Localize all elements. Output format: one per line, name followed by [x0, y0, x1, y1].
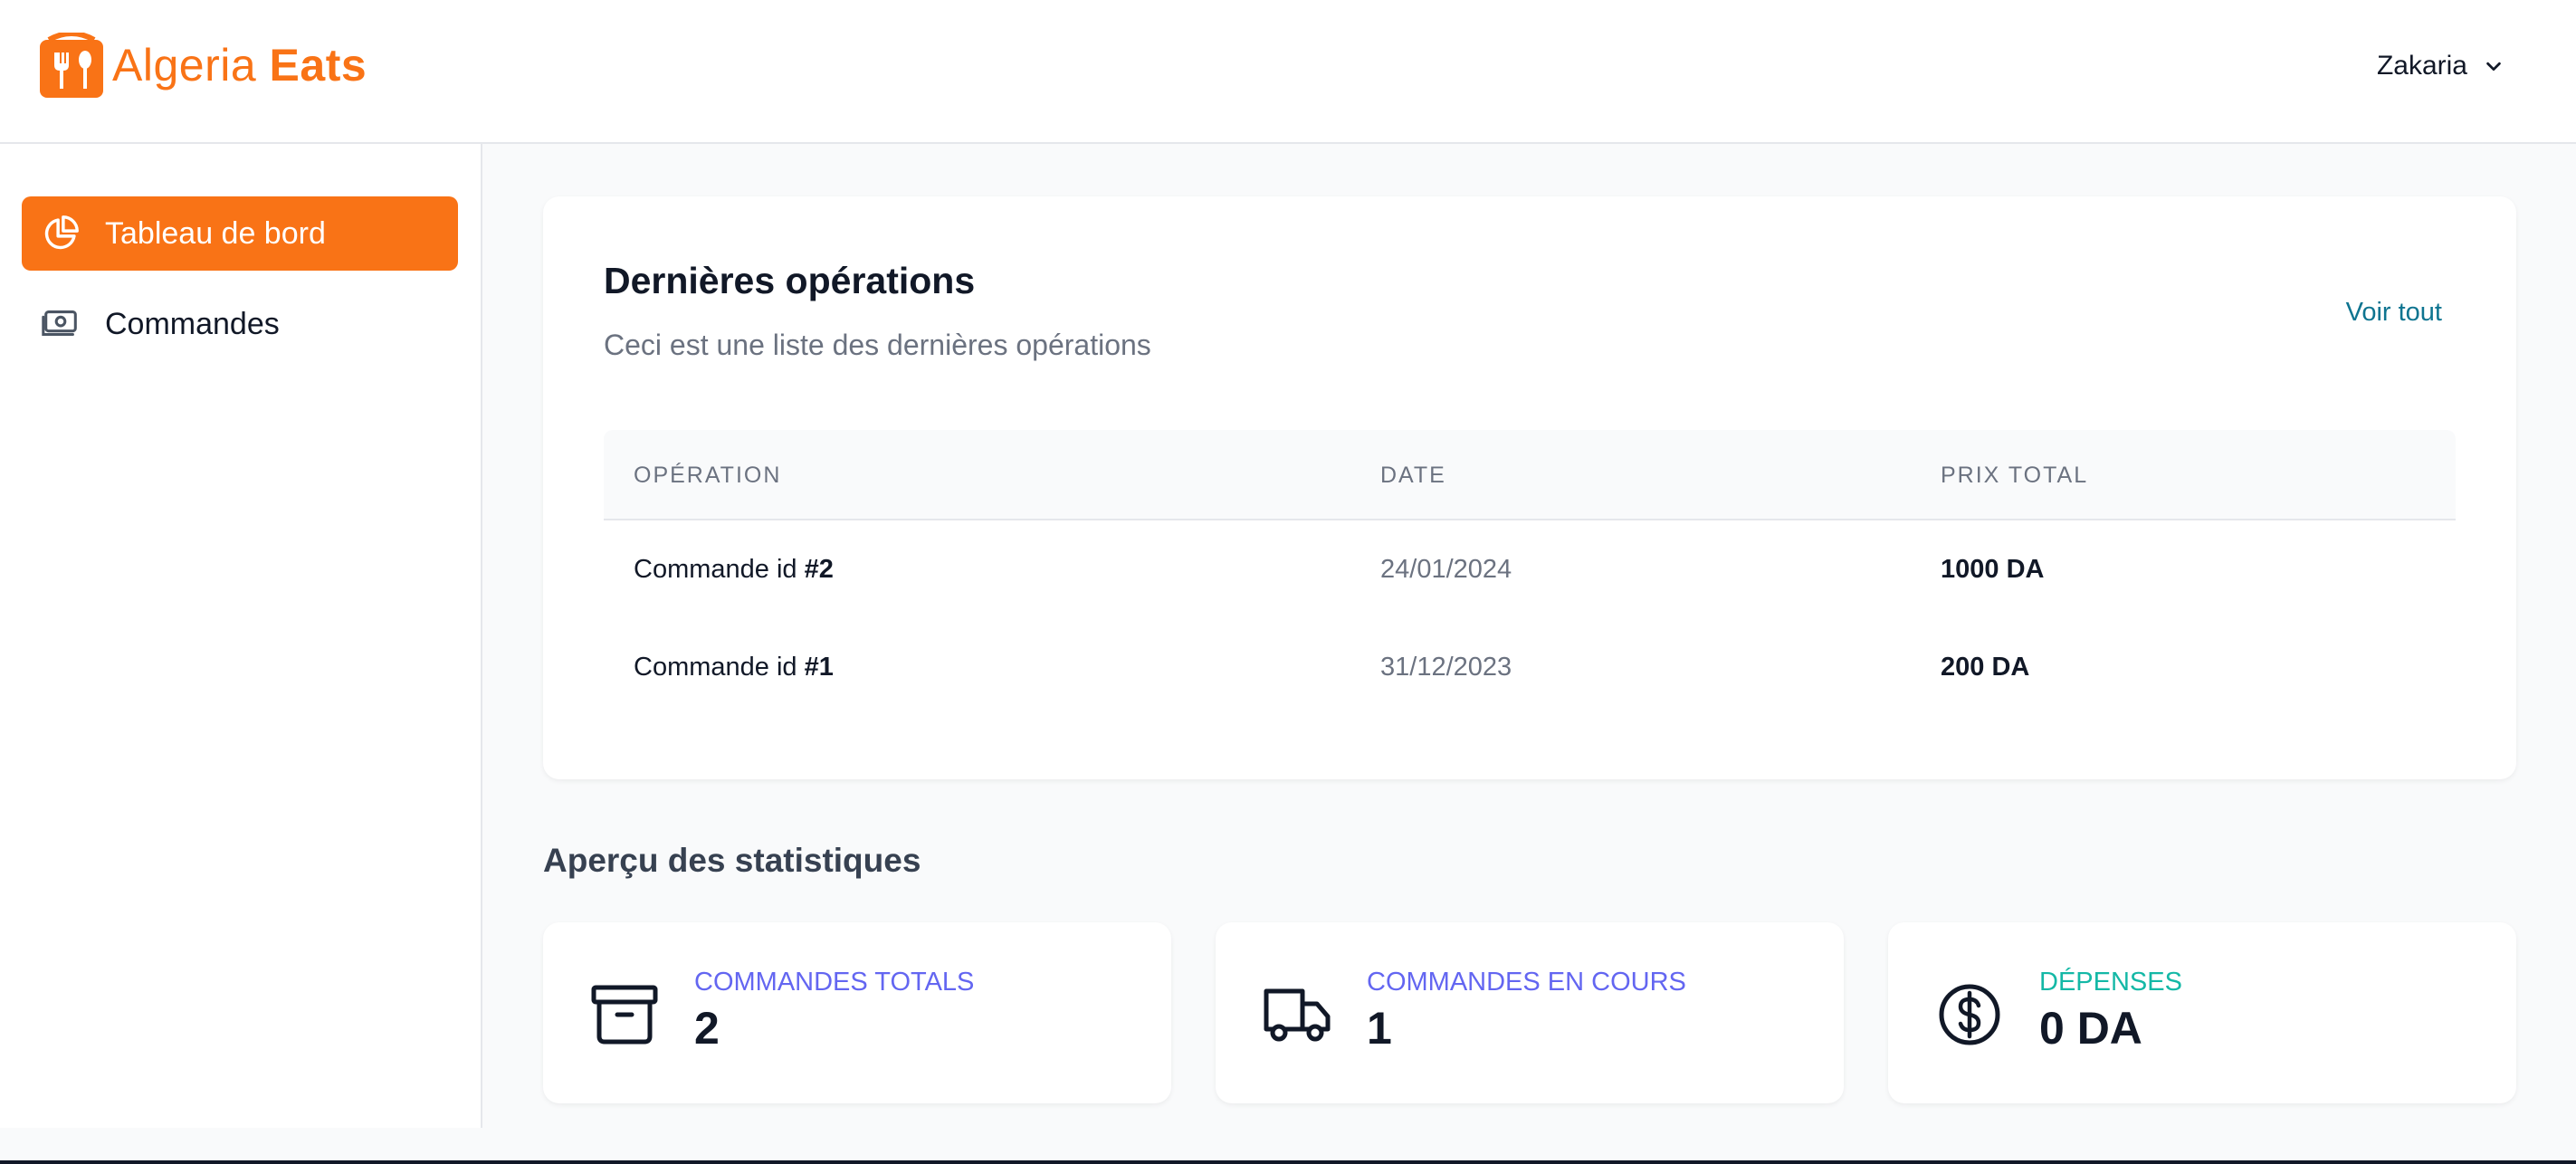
pie-chart-icon — [44, 215, 79, 250]
sidebar-item-dashboard[interactable]: Tableau de bord — [22, 196, 458, 271]
card-subtitle: Ceci est une liste des dernières opérati… — [604, 329, 1151, 361]
table-row[interactable]: Commande id #2 24/01/2024 1000 DA — [604, 520, 2456, 618]
stat-value: 0 DA — [2039, 1003, 2142, 1054]
operation-cell: Commande id #1 — [634, 618, 834, 716]
brand-logo[interactable]: Algeria Eats — [40, 33, 367, 98]
stat-label: Commandes totals — [694, 968, 975, 997]
latest-operations-card: Dernières opérations Ceci est une liste … — [543, 196, 2516, 779]
chevron-down-icon — [2486, 62, 2501, 72]
operations-table: Opération Date Prix total Commande id #2… — [604, 430, 2456, 716]
operation-label: Commande id — [634, 555, 797, 584]
price-cell: 1000 DA — [1941, 555, 2045, 584]
sidebar-item-label: Tableau de bord — [105, 215, 326, 251]
stat-label: Commandes en cours — [1367, 968, 1686, 997]
sidebar-item-label: Commandes — [105, 306, 280, 341]
view-all-link[interactable]: Voir tout — [2346, 298, 2442, 328]
sidebar: Tableau de bord Commandes — [0, 144, 482, 1128]
stat-card-total-orders: Commandes totals 2 — [543, 922, 1171, 1103]
dollar-circle-icon — [1939, 984, 2000, 1045]
column-header-operation: Opération — [634, 463, 782, 488]
table-header: Opération Date Prix total — [604, 430, 2456, 520]
stat-card-orders-in-progress: Commandes en cours 1 — [1216, 922, 1844, 1103]
operation-id: #1 — [804, 653, 834, 682]
operation-label: Commande id — [634, 653, 797, 682]
column-header-date: Date — [1380, 463, 1446, 488]
bottom-divider — [0, 1160, 2576, 1164]
operation-cell: Commande id #2 — [634, 520, 834, 618]
column-header-total-price: Prix total — [1941, 463, 2089, 488]
card-title: Dernières opérations — [604, 260, 976, 301]
stats-section-title: Aperçu des statistiques — [543, 842, 921, 879]
brand-name: Algeria Eats — [112, 43, 367, 88]
user-menu-button[interactable]: Zakaria — [2377, 51, 2504, 81]
brand-name-part1: Algeria — [112, 40, 257, 91]
date-cell: 24/01/2024 — [1380, 555, 1512, 584]
app-root: Algeria Eats Zakaria Tableau de bord Com… — [0, 0, 2576, 1164]
top-header: Algeria Eats Zakaria — [0, 0, 2576, 144]
operation-id: #2 — [804, 555, 834, 584]
restaurant-logo-icon — [40, 33, 103, 98]
user-name: Zakaria — [2376, 51, 2467, 81]
archive-box-icon — [591, 985, 658, 1045]
date-cell: 31/12/2023 — [1380, 653, 1512, 682]
banknote-icon — [42, 310, 77, 337]
table-row[interactable]: Commande id #1 31/12/2023 200 DA — [604, 618, 2456, 716]
stat-value: 2 — [694, 1003, 720, 1054]
sidebar-item-orders[interactable]: Commandes — [22, 287, 458, 361]
truck-icon — [1264, 988, 1331, 1042]
stat-label: Dépenses — [2039, 968, 2182, 997]
stat-value: 1 — [1367, 1003, 1392, 1054]
price-cell: 200 DA — [1941, 653, 2030, 682]
brand-name-part2: Eats — [269, 40, 367, 91]
stat-card-expenses: Dépenses 0 DA — [1888, 922, 2516, 1103]
